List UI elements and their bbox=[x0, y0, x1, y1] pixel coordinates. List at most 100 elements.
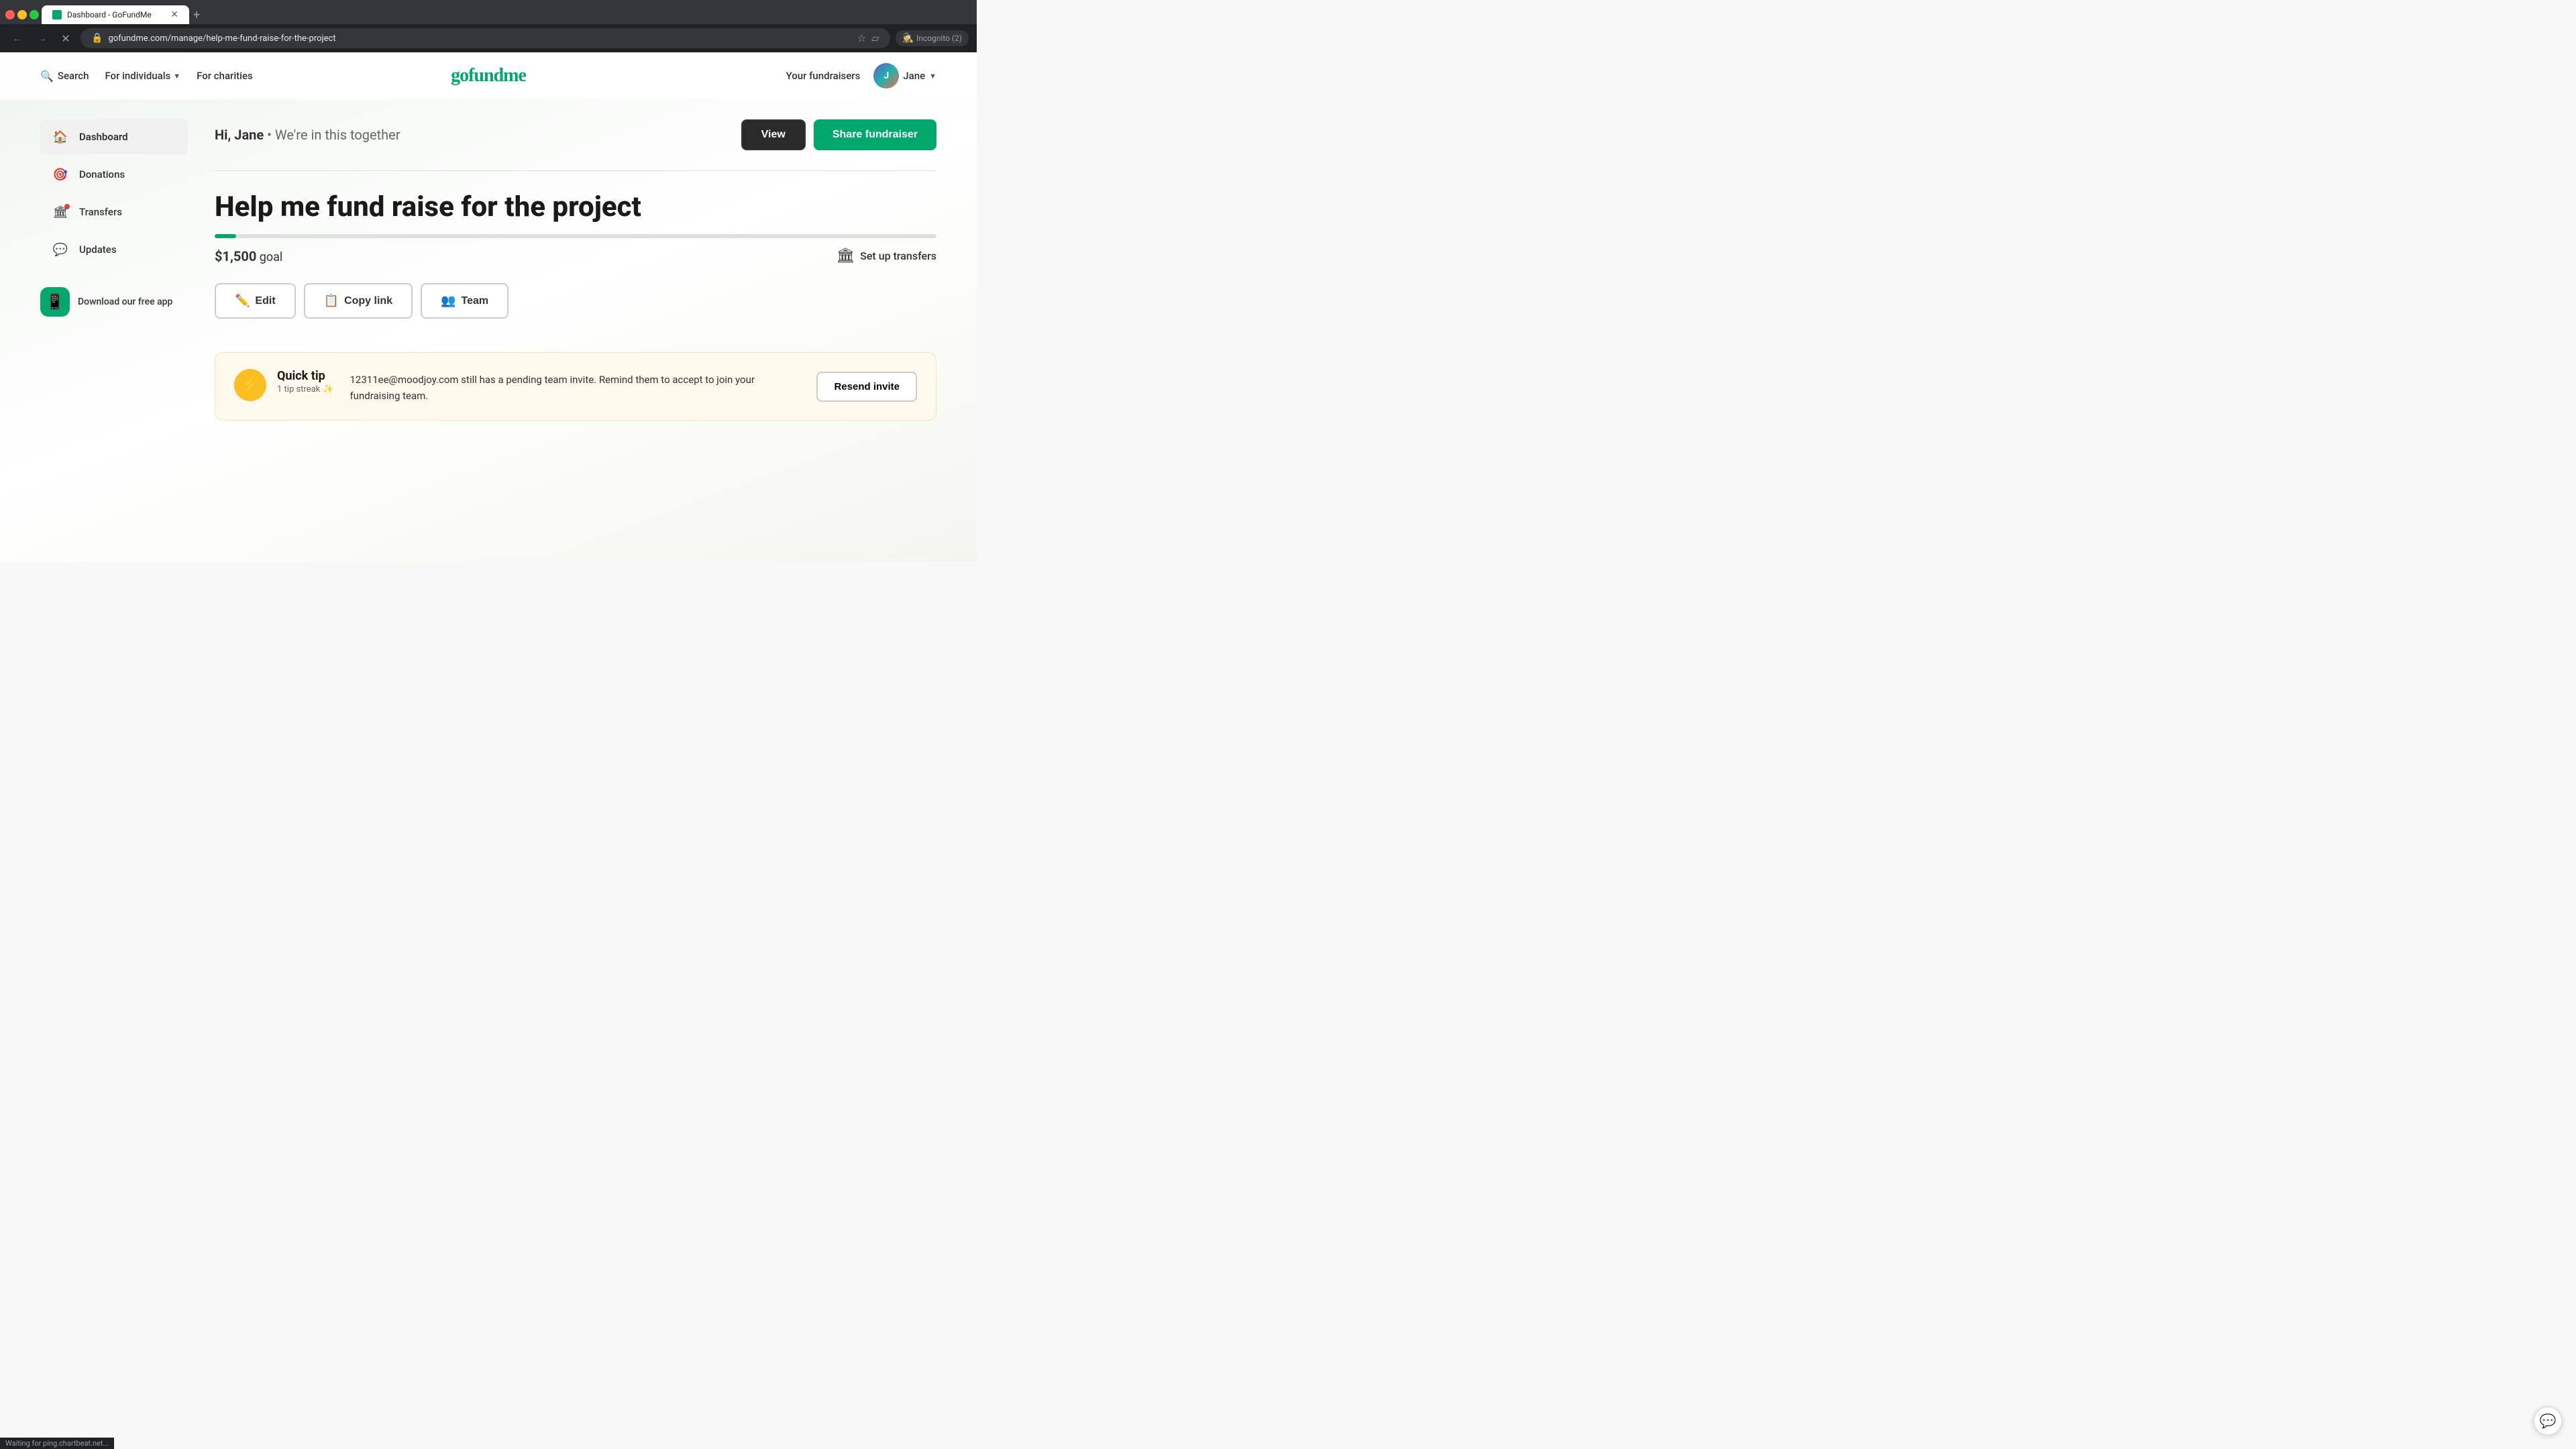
app-store-icon: 📱 bbox=[40, 287, 70, 317]
top-actions: View Share fundraiser bbox=[741, 119, 936, 150]
incognito-label: Incognito (2) bbox=[916, 34, 962, 43]
tab-close-circle bbox=[5, 10, 15, 19]
quick-tip-left: ⚡ Quick tip 1 tip streak ✨ bbox=[234, 369, 333, 401]
updates-icon: 💬 bbox=[51, 240, 70, 259]
chevron-down-icon: ▼ bbox=[173, 72, 180, 80]
progress-bar-container bbox=[215, 234, 936, 238]
page-layout: 🏠 Dashboard 🎯 Donations 🏛 Transfers 💬 Up… bbox=[0, 99, 977, 441]
reload-btn[interactable]: ✕ bbox=[56, 29, 75, 48]
copy-link-label: Copy link bbox=[344, 295, 392, 307]
tip-title: Quick tip bbox=[277, 369, 333, 383]
sidebar-donations-label: Donations bbox=[79, 168, 125, 180]
user-menu[interactable]: J Jane ▼ bbox=[873, 63, 936, 89]
transfers-icon-wrapper: 🏛 bbox=[51, 203, 70, 221]
status-bar: Waiting for ping.chartbeat.net... bbox=[0, 1438, 114, 1449]
set-up-transfers-label: Set up transfers bbox=[860, 250, 936, 262]
support-chat-button[interactable]: 💬 bbox=[2533, 1406, 2563, 1436]
address-bar-row: ← → ✕ 🔒 gofundme.com/manage/help-me-fund… bbox=[0, 24, 977, 52]
quick-tip-section: ⚡ Quick tip 1 tip streak ✨ 12311ee@moodj… bbox=[215, 352, 936, 421]
tab-close-btn[interactable]: ✕ bbox=[170, 9, 178, 20]
edit-icon: ✏️ bbox=[235, 294, 250, 308]
goal-label: goal bbox=[260, 250, 283, 264]
status-message: Waiting for ping.chartbeat.net... bbox=[5, 1439, 109, 1448]
search-button[interactable]: 🔍 Search bbox=[40, 70, 89, 83]
share-fundraiser-button[interactable]: Share fundraiser bbox=[814, 119, 936, 150]
top-bar: Hi, Jane • We're in this together View S… bbox=[215, 119, 936, 150]
user-menu-chevron: ▼ bbox=[929, 72, 936, 80]
sidebar-item-transfers[interactable]: 🏛 Transfers bbox=[40, 195, 188, 229]
search-icon: 🔍 bbox=[40, 70, 54, 83]
progress-bar-fill bbox=[215, 234, 236, 238]
copy-link-button[interactable]: 📋 Copy link bbox=[304, 283, 413, 319]
home-icon: 🏠 bbox=[51, 127, 70, 146]
bank-icon: 🏛 bbox=[836, 248, 855, 264]
edit-button[interactable]: ✏️ Edit bbox=[215, 283, 296, 319]
sparkle-icon: ✨ bbox=[323, 384, 333, 394]
goal-text: $1,500 goal bbox=[215, 248, 282, 264]
incognito-badge: 🕵 Incognito (2) bbox=[896, 30, 969, 46]
tab-favicon bbox=[52, 10, 62, 19]
user-avatar: J bbox=[873, 63, 899, 89]
tip-streak-label: 1 tip streak bbox=[277, 384, 320, 394]
action-buttons: ✏️ Edit 📋 Copy link 👥 Team bbox=[215, 283, 936, 319]
fundraiser-title: Help me fund raise for the project bbox=[215, 191, 936, 223]
team-label: Team bbox=[462, 295, 489, 307]
team-button[interactable]: 👥 Team bbox=[421, 283, 508, 319]
divider bbox=[215, 170, 936, 171]
sidebar-item-updates[interactable]: 💬 Updates bbox=[40, 232, 188, 267]
goal-row: $1,500 goal 🏛 Set up transfers bbox=[215, 248, 936, 264]
donations-icon: 🎯 bbox=[51, 165, 70, 184]
bookmark-icon[interactable]: ☆ bbox=[857, 32, 866, 44]
chat-icon: 💬 bbox=[2540, 1413, 2557, 1429]
incognito-icon: 🕵 bbox=[902, 33, 914, 44]
resend-invite-button[interactable]: Resend invite bbox=[816, 372, 917, 402]
browser-chrome: Dashboard - GoFundMe ✕ + ← → ✕ 🔒 gofundm… bbox=[0, 0, 977, 52]
greeting-subtitle: We're in this together bbox=[275, 127, 400, 143]
active-tab[interactable]: Dashboard - GoFundMe ✕ bbox=[42, 5, 189, 24]
user-name: Jane bbox=[903, 70, 925, 82]
sidebar-updates-label: Updates bbox=[79, 244, 117, 256]
tip-streak: 1 tip streak ✨ bbox=[277, 384, 333, 394]
for-individuals-label: For individuals bbox=[105, 70, 170, 82]
sidebar-item-donations[interactable]: 🎯 Donations bbox=[40, 157, 188, 192]
tab-title: Dashboard - GoFundMe bbox=[67, 10, 165, 19]
forward-btn[interactable]: → bbox=[32, 29, 51, 48]
tab-bar: Dashboard - GoFundMe ✕ + bbox=[0, 0, 977, 24]
download-app-label: Download our free app bbox=[78, 297, 172, 307]
view-button[interactable]: View bbox=[741, 119, 806, 150]
notification-dot bbox=[64, 204, 70, 209]
header-right: Your fundraisers J Jane ▼ bbox=[786, 63, 936, 89]
address-bar-icons: ☆ ▱ bbox=[857, 32, 879, 44]
header-left: 🔍 Search For individuals ▼ For charities bbox=[40, 70, 253, 83]
tip-message: 12311ee@moodjoy.com still has a pending … bbox=[350, 369, 800, 404]
goal-amount: $1,500 bbox=[215, 248, 256, 264]
for-charities-label: For charities bbox=[197, 70, 253, 82]
sidebar-transfers-label: Transfers bbox=[79, 206, 122, 218]
back-btn[interactable]: ← bbox=[8, 29, 27, 48]
greeting: Hi, Jane • We're in this together bbox=[215, 127, 400, 143]
search-label: Search bbox=[58, 70, 89, 82]
your-fundraisers-link[interactable]: Your fundraisers bbox=[786, 70, 861, 82]
tab-minimize-circle bbox=[17, 10, 27, 19]
sidebar-item-dashboard[interactable]: 🏠 Dashboard bbox=[40, 119, 188, 154]
lock-icon: 🔒 bbox=[91, 33, 103, 44]
site-header: 🔍 Search For individuals ▼ For charities… bbox=[0, 52, 977, 99]
edit-label: Edit bbox=[255, 295, 275, 307]
copy-icon: 📋 bbox=[324, 294, 339, 308]
tip-content: Quick tip 1 tip streak ✨ bbox=[277, 369, 333, 394]
tip-lightning-icon: ⚡ bbox=[234, 369, 266, 401]
for-charities-nav[interactable]: For charities bbox=[197, 70, 253, 82]
download-app[interactable]: 📱 Download our free app bbox=[40, 287, 188, 317]
sidebar-dashboard-label: Dashboard bbox=[79, 131, 128, 143]
sidebar-toggle-icon[interactable]: ▱ bbox=[871, 32, 879, 44]
for-individuals-nav[interactable]: For individuals ▼ bbox=[105, 70, 180, 82]
set-up-transfers-link[interactable]: 🏛 Set up transfers bbox=[836, 248, 936, 264]
url-display: gofundme.com/manage/help-me-fund-raise-f… bbox=[108, 34, 851, 44]
greeting-separator: • bbox=[267, 127, 275, 143]
address-bar[interactable]: 🔒 gofundme.com/manage/help-me-fund-raise… bbox=[80, 28, 890, 48]
page-background: 🔍 Search For individuals ▼ For charities… bbox=[0, 52, 977, 562]
new-tab-btn[interactable]: + bbox=[192, 10, 201, 19]
logo[interactable]: gofundme bbox=[451, 65, 526, 87]
greeting-name: Hi, Jane bbox=[215, 127, 264, 143]
tab-maximize-circle bbox=[30, 10, 39, 19]
